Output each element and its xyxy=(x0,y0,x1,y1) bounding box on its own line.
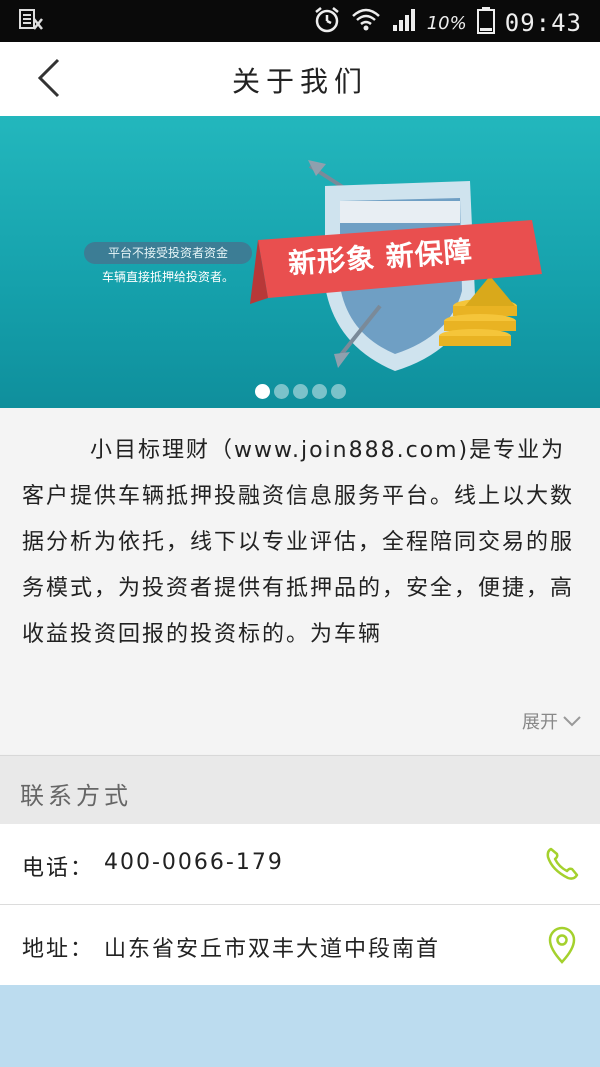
signal-icon xyxy=(391,7,417,39)
about-description: 小目标理财（www.join888.com)是专业为客户提供车辆抵押投融资信息服… xyxy=(22,438,575,647)
nav-bar: 关于我们 xyxy=(0,42,600,117)
clock: 09:43 xyxy=(504,9,582,37)
banner-sub-text: 车辆直接抵押给投资者。 xyxy=(101,270,234,284)
chevron-down-icon xyxy=(563,716,581,727)
contact-header-label: 联系方式 xyxy=(20,782,132,810)
carousel-dot[interactable] xyxy=(273,384,289,399)
phone-number: 400-0066-179 xyxy=(104,850,284,875)
alarm-icon xyxy=(313,6,341,40)
carousel-dot[interactable] xyxy=(292,384,308,399)
phone-icon[interactable] xyxy=(542,844,582,884)
carousel-dot[interactable] xyxy=(311,384,327,399)
address-label: 地址： xyxy=(22,937,95,962)
phone-label: 电话： xyxy=(22,856,95,881)
about-section: 小目标理财（www.join888.com)是专业为客户提供车辆抵押投融资信息服… xyxy=(0,408,600,754)
carousel-dot[interactable] xyxy=(330,384,346,399)
battery-percent: 10% xyxy=(426,12,467,34)
contact-section-header: 联系方式 xyxy=(0,755,600,825)
sim-icon xyxy=(18,7,44,39)
expand-button[interactable]: 展开 xyxy=(522,708,582,734)
address-row[interactable]: 地址： 山东省安丘市双丰大道中段南首 xyxy=(0,905,600,986)
battery-icon xyxy=(476,6,495,40)
phone-row[interactable]: 电话： 400-0066-179 xyxy=(0,824,600,905)
bottom-area xyxy=(0,985,600,1067)
wifi-icon xyxy=(351,6,381,40)
expand-label: 展开 xyxy=(522,712,558,733)
status-bar: 10% 09:43 xyxy=(0,0,600,42)
address-text: 山东省安丘市双丰大道中段南首 xyxy=(104,937,441,962)
banner-carousel[interactable]: 平台不接受投资者资金 车辆直接抵押给投资者。 新形象 新保障 xyxy=(0,116,600,408)
page-title: 关于我们 xyxy=(231,65,368,98)
location-pin-icon[interactable] xyxy=(542,925,582,965)
carousel-dot[interactable] xyxy=(254,384,270,399)
banner-pill-text: 平台不接受投资者资金 xyxy=(84,242,252,264)
carousel-dots xyxy=(0,384,600,399)
